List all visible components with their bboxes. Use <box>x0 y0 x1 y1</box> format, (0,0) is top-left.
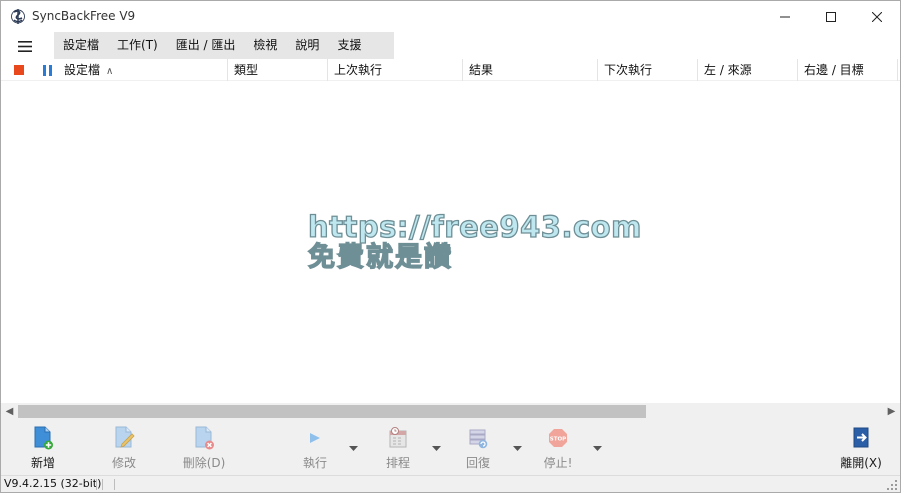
scrollbar-thumb[interactable] <box>18 405 646 418</box>
watermark-slogan: 免費就是讚 <box>307 242 453 274</box>
exit-door-icon <box>853 427 869 448</box>
menu-support[interactable]: 支援 <box>328 32 370 59</box>
new-button-label: 新增 <box>30 456 55 470</box>
new-profile-icon <box>34 426 53 450</box>
status-bar: V9.4.2.15 (32-bit) <box>1 475 900 492</box>
version-text: V9.4.2.15 (32-bit) <box>4 477 102 490</box>
stop-button[interactable]: STOP 停止! <box>528 426 588 472</box>
stop-dropdown-arrow-icon[interactable] <box>593 446 602 452</box>
column-header-left-source[interactable]: 左 / 來源 <box>698 59 798 81</box>
column-header-right-target[interactable]: 右邊 / 目標 <box>798 59 898 81</box>
schedule-calendar-icon <box>389 427 407 448</box>
menu-profile[interactable]: 設定檔 <box>54 32 108 59</box>
delete-button-label: 刪除(D) <box>182 456 226 470</box>
new-button[interactable]: 新增 <box>13 426 73 472</box>
menu-strip: 設定檔 工作(T) 匯出 / 匯出 檢視 說明 支援 <box>54 32 394 59</box>
column-header-last-run-label: 上次執行 <box>334 63 383 77</box>
modify-button[interactable]: 修改 <box>94 426 154 472</box>
minimize-icon <box>780 16 790 17</box>
status-divider <box>102 479 103 490</box>
menu-view[interactable]: 檢視 <box>244 32 286 59</box>
restore-button[interactable]: 回復 <box>448 426 508 472</box>
delete-button[interactable]: 刪除(D) <box>174 426 234 472</box>
column-header-left-source-label: 左 / 來源 <box>704 63 752 77</box>
hamburger-menu-button[interactable] <box>11 36 39 56</box>
stop-sign-icon: STOP <box>549 429 567 447</box>
pause-icon[interactable] <box>43 65 53 76</box>
modify-button-label: 修改 <box>111 456 136 470</box>
exit-button[interactable]: 離開(X) <box>831 426 891 472</box>
watermark: https://free943.com 免費就是讚 <box>307 210 642 274</box>
stop-button-label: 停止! <box>543 456 573 470</box>
maximize-button[interactable] <box>808 1 854 32</box>
profile-list[interactable]: https://free943.com 免費就是讚 <box>1 81 900 403</box>
column-header-type-label: 類型 <box>234 63 259 77</box>
bottom-toolbar: 新增 修改 刪除(D) 執行 排程 回復 STOP 停止! 離開(X) <box>1 420 900 475</box>
run-dropdown-arrow-icon[interactable] <box>349 446 358 452</box>
exit-button-label: 離開(X) <box>840 456 882 470</box>
maximize-icon <box>826 11 836 22</box>
column-header-last-run[interactable]: 上次執行 <box>328 59 463 81</box>
watermark-url: https://free943.com <box>307 210 642 244</box>
scroll-left-arrow-icon[interactable]: ◀ <box>1 403 18 420</box>
restore-dropdown-arrow-icon[interactable] <box>513 446 522 452</box>
column-header-result[interactable]: 結果 <box>463 59 598 81</box>
hamburger-icon <box>18 40 32 52</box>
svg-text:STOP: STOP <box>550 437 566 443</box>
schedule-button[interactable]: 排程 <box>368 426 428 472</box>
minimize-button[interactable] <box>762 1 808 32</box>
close-icon <box>872 11 882 22</box>
sort-ascending-icon: ∧ <box>106 66 114 77</box>
delete-profile-icon <box>195 426 214 450</box>
app-window: SyncBackFree V9 設定檔 工作(T) 匯出 / 匯出 檢視 說明 … <box>0 0 901 493</box>
menu-bar: 設定檔 工作(T) 匯出 / 匯出 檢視 說明 支援 <box>1 32 900 59</box>
app-icon <box>11 9 25 24</box>
window-title: SyncBackFree V9 <box>32 9 136 23</box>
column-header-profile[interactable]: 設定檔 ∧ <box>58 59 228 81</box>
restore-icon <box>469 429 488 449</box>
menu-help[interactable]: 說明 <box>286 32 328 59</box>
menu-export[interactable]: 匯出 / 匯出 <box>167 32 245 59</box>
column-header-result-label: 結果 <box>469 63 494 77</box>
menu-task[interactable]: 工作(T) <box>108 32 167 59</box>
close-button[interactable] <box>854 1 900 32</box>
column-header-next-run-label: 下次執行 <box>604 63 653 77</box>
modify-profile-icon <box>115 426 135 448</box>
column-header-next-run[interactable]: 下次執行 <box>598 59 698 81</box>
horizontal-scrollbar[interactable]: ◀ ▶ <box>1 403 900 420</box>
status-divider <box>96 479 97 490</box>
run-button-label: 執行 <box>302 456 327 470</box>
schedule-button-label: 排程 <box>385 456 410 470</box>
stop-square-icon[interactable] <box>14 65 24 75</box>
schedule-dropdown-arrow-icon[interactable] <box>432 446 441 452</box>
title-bar: SyncBackFree V9 <box>1 1 900 32</box>
column-header-type[interactable]: 類型 <box>228 59 328 81</box>
run-play-icon <box>310 433 320 443</box>
column-header-right-target-label: 右邊 / 目標 <box>804 63 864 77</box>
column-header-profile-label: 設定檔 <box>64 63 101 77</box>
scroll-right-arrow-icon[interactable]: ▶ <box>883 403 900 420</box>
status-divider <box>114 479 115 490</box>
restore-button-label: 回復 <box>465 456 490 470</box>
run-button[interactable]: 執行 <box>285 426 345 472</box>
profile-list-header: 設定檔 ∧ 類型 上次執行 結果 下次執行 左 / 來源 右邊 / 目標 <box>1 59 900 81</box>
resize-grip-icon[interactable] <box>887 480 897 490</box>
